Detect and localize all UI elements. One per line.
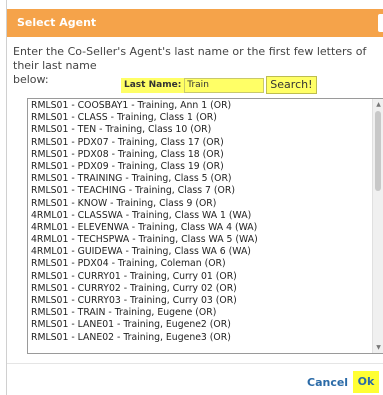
agent-list-items: RMLS01 - COOSBAY1 - Training, Ann 1 (OR)… [31,100,372,344]
list-item[interactable]: RMLS01 - TEACHING - Training, Class 7 (O… [31,185,372,197]
last-name-input[interactable] [184,77,265,93]
list-item[interactable]: RMLS01 - LANE01 - Training, Eugene2 (OR) [31,319,372,331]
dialog-titlebar: Select Agent [7,9,383,37]
list-item[interactable]: RMLS01 - KNOW - Training, Class 9 (OR) [31,198,372,210]
ok-button[interactable]: Ok [353,371,379,393]
list-item[interactable]: RMLS01 - TRAINING - Training, Class 5 (O… [31,173,372,185]
cancel-button[interactable]: Cancel [303,373,352,393]
list-item[interactable]: RMLS01 - COOSBAY1 - Training, Ann 1 (OR) [31,100,372,112]
list-item[interactable]: RMLS01 - TRAIN - Training, Eugene (OR) [31,307,372,319]
list-scrollbar[interactable]: ▲ ▼ [372,99,383,353]
list-item[interactable]: 4RML01 - CLASSWA - Training, Class WA 1 … [31,210,372,222]
search-row: Last Name: Search! [121,76,317,94]
list-item[interactable]: RMLS01 - CLASS - Training, Class 1 (OR) [31,112,372,124]
select-agent-dialog: Select Agent Enter the Co-Seller's Agent… [6,0,383,395]
scroll-down-icon[interactable]: ▼ [373,342,383,353]
close-icon[interactable] [378,14,383,32]
list-item[interactable]: 4RML01 - ELEVENWA - Training, Class WA 4… [31,222,372,234]
scroll-up-icon[interactable]: ▲ [373,99,383,110]
list-item[interactable]: 4RML01 - TECHSPWA - Training, Class WA 5… [31,234,372,246]
footer-divider [7,363,383,364]
list-item[interactable]: RMLS01 - CURRY01 - Training, Curry 01 (O… [31,271,372,283]
dialog-title: Select Agent [17,16,97,29]
agent-results-list[interactable]: RMLS01 - COOSBAY1 - Training, Ann 1 (OR)… [27,98,383,354]
list-item[interactable]: RMLS01 - TEN - Training, Class 10 (OR) [31,124,372,136]
list-item[interactable]: RMLS01 - PDX04 - Training, Coleman (OR) [31,258,372,270]
search-button[interactable]: Search! [266,76,317,94]
list-item[interactable]: RMLS01 - LANE02 - Training, Eugene3 (OR) [31,332,372,344]
list-item[interactable]: RMLS01 - PDX07 - Training, Class 17 (OR) [31,137,372,149]
list-item[interactable]: RMLS01 - CURRY03 - Training, Curry 03 (O… [31,295,372,307]
last-name-label: Last Name: [121,77,185,93]
scroll-thumb[interactable] [375,111,381,191]
list-item[interactable]: RMLS01 - PDX08 - Training, Class 18 (OR) [31,149,372,161]
list-item[interactable]: 4RML01 - GUIDEWA - Training, Class WA 6 … [31,246,372,258]
list-item[interactable]: RMLS01 - CURRY02 - Training, Curry 02 (O… [31,283,372,295]
list-item[interactable]: RMLS01 - PDX09 - Training, Class 19 (OR) [31,161,372,173]
